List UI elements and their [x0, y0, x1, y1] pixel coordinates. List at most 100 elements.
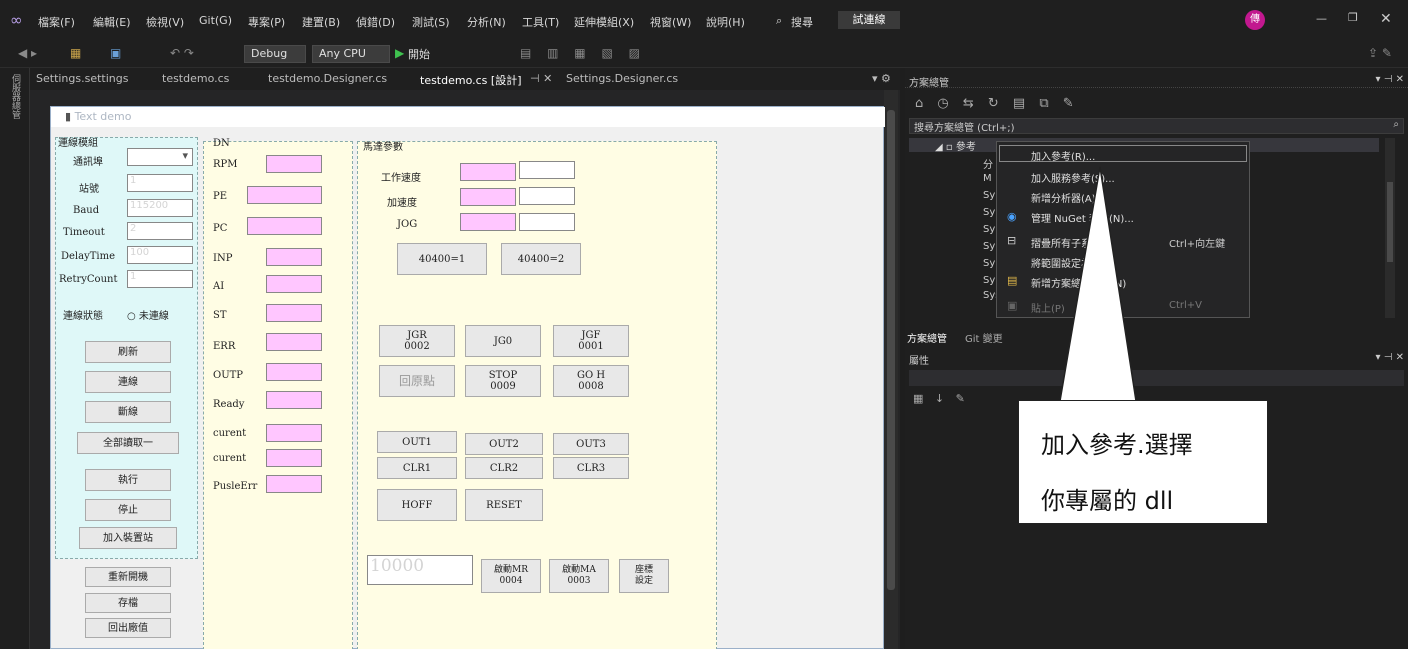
tab-solution-explorer[interactable]: 方案總管 — [907, 330, 947, 345]
solution-scroll-thumb[interactable] — [1387, 182, 1393, 262]
clr3-button[interactable]: CLR3 — [553, 457, 629, 479]
undo-icon[interactable]: ↶ ↷ — [170, 46, 194, 60]
tab-settings-settings[interactable]: Settings.settings — [36, 72, 128, 85]
solution-search-input[interactable]: 搜尋方案總管 (Ctrl+;) ⌕ — [909, 118, 1404, 134]
jgf-button[interactable]: JGF 0001 — [553, 325, 629, 357]
jg0-button[interactable]: JG0 — [465, 325, 541, 357]
out3-button[interactable]: OUT3 — [553, 433, 629, 455]
tree-item[interactable]: Sy — [983, 258, 995, 269]
connect-button[interactable]: 連線 — [85, 371, 171, 393]
tree-item[interactable]: Sy — [983, 190, 995, 201]
menu-git[interactable]: Git(G) — [199, 14, 232, 27]
baud-select[interactable]: 115200 — [127, 199, 193, 217]
refresh-button[interactable]: 刷新 — [85, 341, 171, 363]
tab-settings-designer-cs[interactable]: Settings.Designer.cs — [566, 72, 678, 85]
tree-item[interactable]: Sy — [983, 207, 995, 218]
menu-extensions[interactable]: 延伸模組(X) — [574, 14, 634, 30]
home-button[interactable]: 回原點 — [379, 365, 455, 397]
menu-tools[interactable]: 工具(T) — [522, 14, 559, 30]
position-input[interactable]: 10000 — [367, 555, 473, 585]
menu-analyze[interactable]: 分析(N) — [467, 14, 506, 30]
menu-debug[interactable]: 偵錯(D) — [356, 14, 395, 30]
menu-test[interactable]: 測試(S) — [412, 14, 450, 30]
minimize-icon[interactable]: — — [1316, 12, 1327, 25]
jgr-button[interactable]: JGR 0002 — [379, 325, 455, 357]
back-icon[interactable]: ◀ ▸ — [18, 46, 37, 60]
retry-input[interactable]: 1 — [127, 270, 193, 288]
designer-scroll-thumb[interactable] — [887, 110, 895, 590]
clr1-button[interactable]: CLR1 — [377, 457, 457, 479]
pin-icon[interactable]: ⊣ ✕ — [530, 72, 552, 85]
set-40400-1-button[interactable]: 40400=1 — [397, 243, 487, 275]
work-speed-input[interactable] — [519, 161, 575, 179]
read-all-button[interactable]: 全部讀取一 — [77, 432, 179, 454]
hoff-button[interactable]: HOFF — [377, 489, 457, 521]
start-button[interactable]: 開始 — [408, 46, 430, 62]
tab-testdemo-cs[interactable]: testdemo.cs — [162, 72, 229, 85]
search-icon[interactable]: ⌕ — [776, 14, 782, 28]
start-icon[interactable]: ▶ — [395, 46, 404, 60]
tab-testdemo-design[interactable]: testdemo.cs [設計] — [420, 72, 521, 88]
tree-item[interactable]: M — [983, 173, 992, 184]
out1-button[interactable]: OUT1 — [377, 431, 457, 453]
tree-item[interactable]: Sy — [983, 275, 995, 286]
tree-item[interactable]: Sy — [983, 241, 995, 252]
tab-git-changes[interactable]: Git 變更 — [965, 330, 1003, 345]
station-input[interactable]: 1 — [127, 174, 193, 192]
restore-icon[interactable]: ❐ — [1348, 11, 1358, 24]
restart-button[interactable]: 重新開機 — [85, 567, 171, 587]
solution-toolbar-icons[interactable]: ⌂ ◷ ⇆ ↻ ▤ ⧉ ✎ — [915, 96, 1079, 111]
factory-reset-button[interactable]: 回出廠值 — [85, 618, 171, 638]
delay-input[interactable]: 100 — [127, 246, 193, 264]
reset-button[interactable]: RESET — [465, 489, 543, 521]
menu-window[interactable]: 視窗(W) — [650, 14, 691, 30]
tab-overflow-icon[interactable]: ▾ ⚙ — [872, 72, 891, 85]
solution-scrollbar[interactable] — [1385, 138, 1395, 318]
server-explorer-strip[interactable]: 伺服器總管 — [0, 68, 30, 649]
pane-controls-icon[interactable]: ▾ ⊣ ✕ — [1376, 74, 1404, 85]
menu-project[interactable]: 專案(P) — [248, 14, 285, 30]
tree-item[interactable]: 分 — [983, 156, 993, 171]
status-radio[interactable]: ○ 未連線 — [127, 307, 169, 322]
properties-toolbar-icons[interactable]: ▦ ↓ ✎ — [913, 392, 969, 405]
menu-search[interactable]: 搜尋 — [791, 14, 813, 30]
new-project-icon[interactable]: ▦ — [70, 46, 81, 60]
goh-button[interactable]: GO H 0008 — [553, 365, 629, 397]
context-item-label[interactable]: 加入參考(R)... — [1031, 148, 1095, 163]
execute-button[interactable]: 執行 — [85, 469, 171, 491]
add-device-button[interactable]: 加入裝置站 — [79, 527, 177, 549]
layout-tools-icon[interactable]: ▤ ▥ ▦ ▧ ▨ — [520, 46, 646, 60]
jog-input[interactable] — [519, 213, 575, 231]
accel-input[interactable] — [519, 187, 575, 205]
avatar[interactable]: 傳 — [1245, 10, 1265, 30]
config-select[interactable]: Debug — [244, 45, 306, 63]
tab-testdemo-designer-cs[interactable]: testdemo.Designer.cs — [268, 72, 387, 85]
out2-button[interactable]: OUT2 — [465, 433, 543, 455]
save-icon[interactable]: ▣ — [110, 46, 121, 60]
start-ma-button[interactable]: 啟動MA 0003 — [549, 559, 609, 593]
menu-view[interactable]: 檢視(V) — [146, 14, 184, 30]
properties-controls-icon[interactable]: ▾ ⊣ ✕ — [1376, 352, 1404, 363]
dn-st-value — [266, 304, 322, 322]
clr2-button[interactable]: CLR2 — [465, 457, 543, 479]
dn-ai-label: AI — [213, 281, 225, 292]
start-mr-button[interactable]: 啟動MR 0004 — [481, 559, 541, 593]
timeout-input[interactable]: 2 — [127, 222, 193, 240]
menu-help[interactable]: 說明(H) — [706, 14, 745, 30]
tree-item[interactable]: Sy — [983, 224, 995, 235]
disconnect-button[interactable]: 斷線 — [85, 401, 171, 423]
stop-motor-button[interactable]: STOP 0009 — [465, 365, 541, 397]
menu-build[interactable]: 建置(B) — [302, 14, 340, 30]
stop-button[interactable]: 停止 — [85, 499, 171, 521]
coord-set-button[interactable]: 座標 設定 — [619, 559, 669, 593]
save-button[interactable]: 存檔 — [85, 593, 171, 613]
live-share-badge[interactable]: 試連線 — [838, 11, 900, 29]
menu-edit[interactable]: 編輯(E) — [93, 14, 131, 30]
close-icon[interactable]: ✕ — [1380, 11, 1392, 27]
menu-file[interactable]: 檔案(F) — [38, 14, 75, 30]
share-icon[interactable]: ⇪ ✎ — [1368, 46, 1392, 60]
port-select[interactable]: ▾ — [127, 148, 193, 166]
platform-select[interactable]: Any CPU — [312, 45, 390, 63]
set-40400-2-button[interactable]: 40400=2 — [501, 243, 581, 275]
station-label: 站號 — [79, 184, 99, 195]
